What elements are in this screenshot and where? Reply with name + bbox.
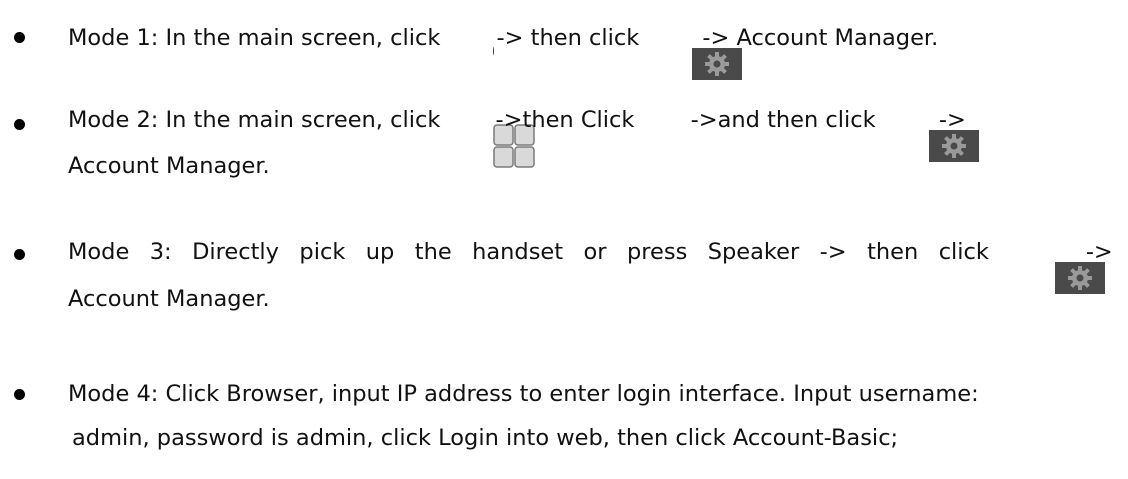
apps-icon	[451, 98, 536, 168]
mode-2-text-part: ->then Click	[495, 107, 642, 133]
mode-2-continuation: Account Manager.	[68, 153, 270, 179]
list-item-mode-2: Mode 2: In the main screen, click ->then…	[0, 96, 1128, 192]
mode-3-text: Mode 3: Directly pick up the handset or …	[68, 230, 1113, 294]
mode-3-word: Speaker	[707, 239, 800, 265]
bullet	[14, 389, 25, 400]
settings-icon	[886, 104, 979, 162]
mode-1-text-part: -> then click	[496, 25, 647, 51]
mode-3-word: ->	[1085, 239, 1113, 265]
bullet	[14, 119, 25, 130]
mode-3-word: 3:	[149, 239, 172, 265]
mode-3-word: the	[414, 239, 452, 265]
mode-1-text-part: -> Account Manager.	[702, 25, 939, 51]
mode-3-word: Directly	[192, 239, 279, 265]
mode-4-continuation: admin, password is admin, click Login in…	[72, 425, 899, 451]
bullet	[14, 32, 25, 43]
mode-3-word: pick	[299, 239, 346, 265]
mode-2-text-part: ->and then click	[690, 107, 883, 133]
mode-2-text-part: ->	[938, 107, 966, 133]
list-item-mode-3: Mode 3: Directly pick up the handset or …	[0, 230, 1128, 330]
mode-3-word: then	[867, 239, 919, 265]
mode-3-continuation: Account Manager.	[68, 286, 270, 312]
bullet	[14, 249, 25, 260]
mode-1-text: Mode 1: In the main screen, click -> the…	[68, 16, 939, 80]
phone-icon	[451, 17, 494, 59]
list-item-mode-4: Mode 4: Click Browser, input IP address …	[0, 373, 1128, 473]
mode-1-text-part: Mode 1: In the main screen, click	[68, 25, 448, 51]
mode-2-text-part: Mode 2: In the main screen, click	[68, 107, 448, 133]
mode-2-text: Mode 2: In the main screen, click ->then…	[68, 96, 979, 168]
mode-4-text: Mode 4: Click Browser, input IP address …	[68, 381, 979, 407]
phone-icon	[645, 99, 688, 141]
mode-3-word: press	[626, 239, 688, 265]
mode-3-word: ->	[819, 239, 847, 265]
settings-icon	[649, 22, 743, 80]
list-item-mode-1: Mode 1: In the main screen, click -> the…	[0, 16, 1128, 80]
mode-3-word: click	[938, 239, 989, 265]
settings-icon	[1012, 236, 1106, 294]
mode-3-word: handset	[472, 239, 564, 265]
mode-3-word: Mode	[68, 239, 130, 265]
mode-3-word: up	[365, 239, 395, 265]
mode-3-word: or	[583, 239, 607, 265]
